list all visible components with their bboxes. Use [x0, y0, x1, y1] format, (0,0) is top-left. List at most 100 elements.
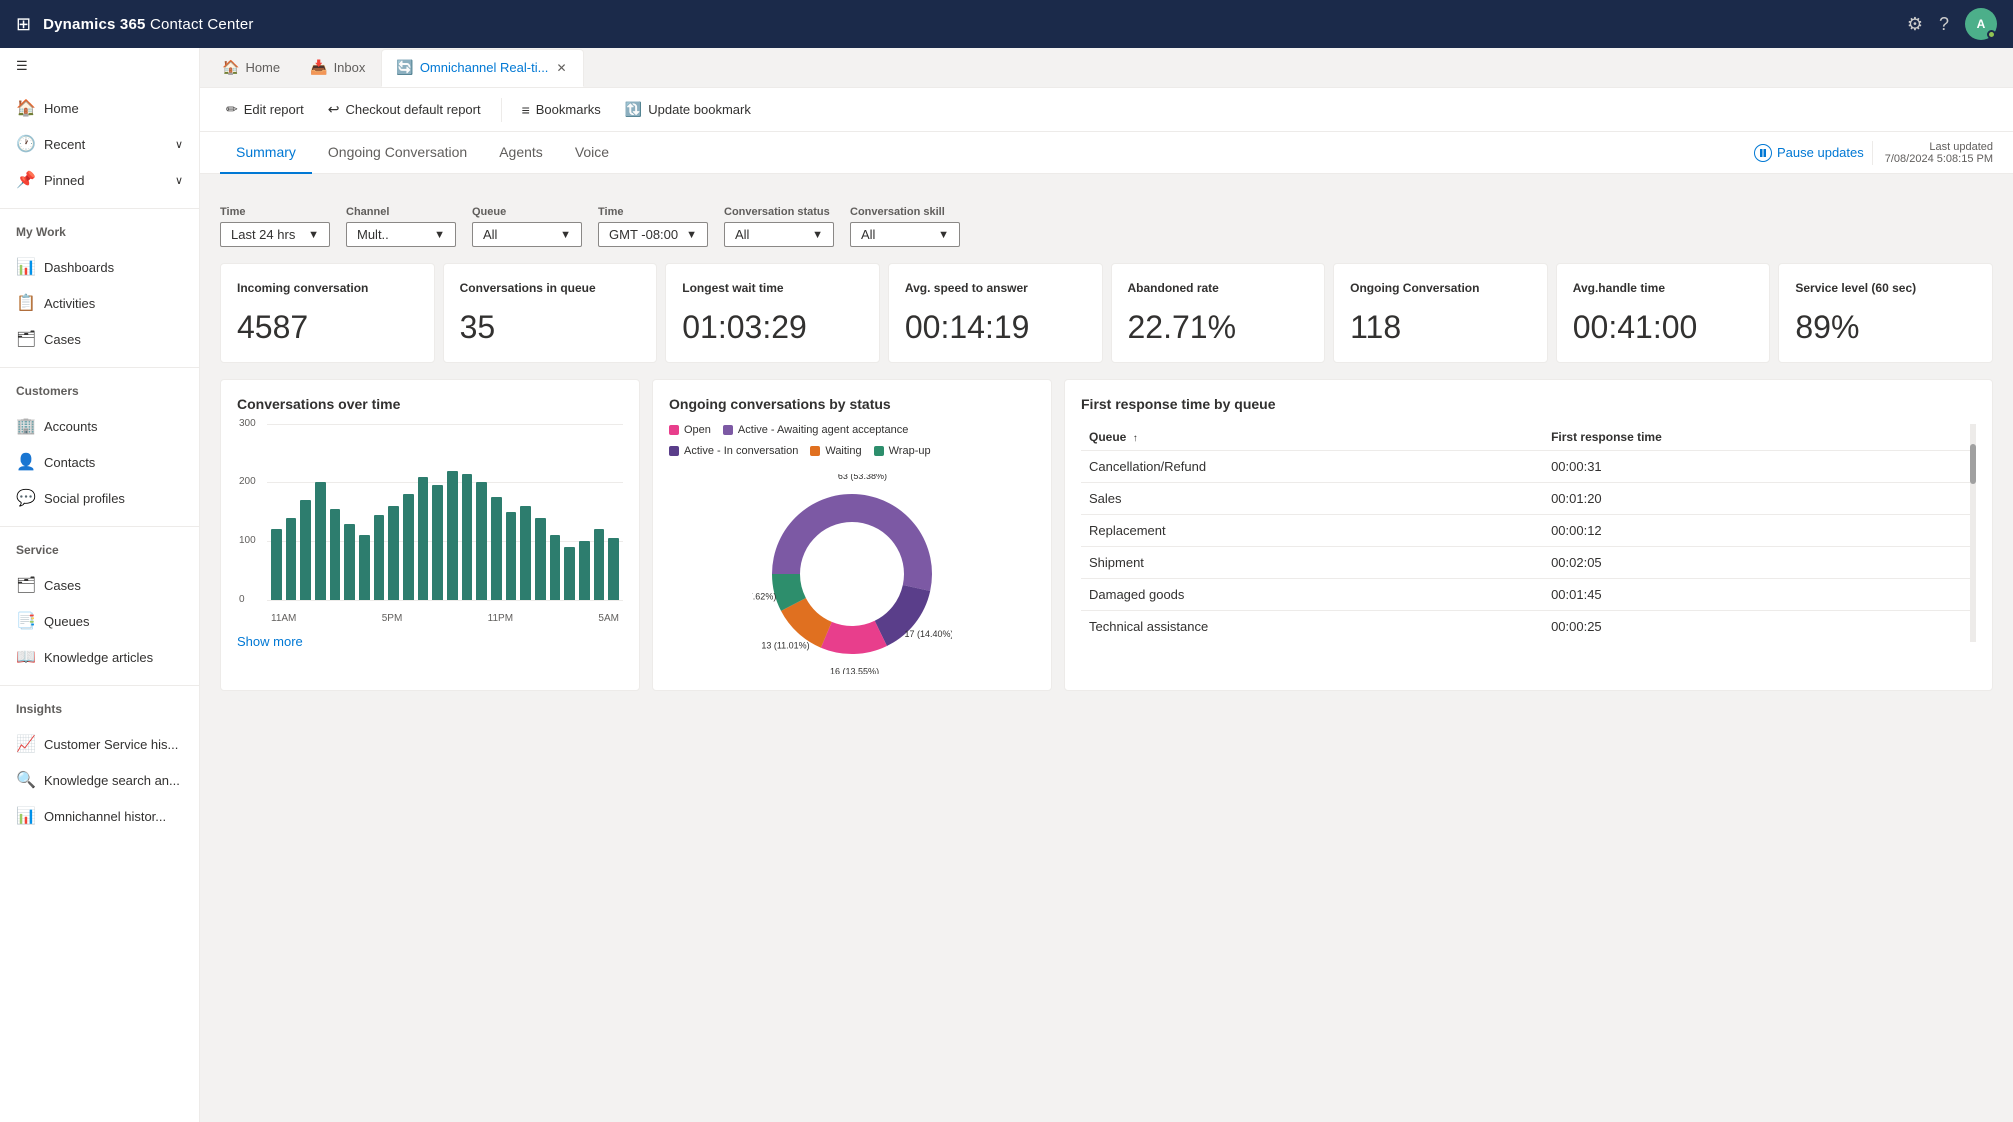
waffle-icon[interactable]: ⊞ — [16, 14, 31, 35]
activities-icon: 📋 — [16, 293, 34, 313]
sidebar-item-dashboards[interactable]: 📊 Dashboards — [0, 249, 199, 285]
bar-23 — [608, 538, 619, 600]
legend-label-2: Active - In conversation — [684, 445, 798, 457]
metric-card-7: Service level (60 sec) 89% — [1778, 263, 1993, 363]
sidebar-item-home[interactable]: 🏠 Home — [0, 90, 199, 126]
bar-14 — [476, 482, 487, 599]
contacts-icon: 👤 — [16, 452, 34, 472]
first-response-table: Queue ↑ First response time Cancellation… — [1081, 424, 1976, 642]
edit-report-button[interactable]: ✏ Edit report — [216, 96, 314, 123]
pause-updates-button[interactable]: Pause updates — [1754, 144, 1864, 162]
sidebar-item-cases-service[interactable]: 🗂 Cases — [0, 567, 199, 603]
queue-cell-4: Damaged goods — [1081, 578, 1543, 610]
metric-card-title-4: Abandoned rate — [1128, 280, 1309, 297]
metric-card-title-1: Conversations in queue — [460, 280, 641, 297]
donut-label-1: 17 (14.40%) — [905, 629, 952, 639]
sidebar-item-contacts[interactable]: 👤 Contacts — [0, 444, 199, 480]
x-label: 5PM — [382, 613, 403, 624]
tab-home[interactable]: 🏠 Home — [208, 49, 294, 87]
sidebar-item-cs-history[interactable]: 📈 Customer Service his... — [0, 726, 199, 762]
table-scrollbar[interactable] — [1970, 424, 1976, 642]
avatar[interactable]: A — [1965, 8, 1997, 40]
x-label: 5AM — [598, 613, 619, 624]
sub-tab-voice[interactable]: Voice — [559, 132, 625, 174]
sub-tab-ongoing[interactable]: Ongoing Conversation — [312, 132, 483, 174]
sidebar-item-knowledge[interactable]: 📖 Knowledge articles — [0, 639, 199, 675]
sidebar-item-activities[interactable]: 📋 Activities — [0, 285, 199, 321]
bar-7 — [374, 515, 385, 600]
toolbar: ✏ Edit report ↩ Checkout default report … — [200, 88, 2013, 132]
tab-omnichannel[interactable]: 🔄 Omnichannel Real-ti... ✕ — [381, 49, 583, 87]
filter-timezone-select[interactable]: GMT -08:00 ▼ — [598, 222, 708, 247]
sidebar-item-omnichannel-history[interactable]: 📊 Omnichannel histor... — [0, 798, 199, 834]
chevron-down-icon-tz: ▼ — [686, 229, 697, 241]
sidebar-item-accounts[interactable]: 🏢 Accounts — [0, 408, 199, 444]
filter-queue-select[interactable]: All ▼ — [472, 222, 582, 247]
sub-tab-agents[interactable]: Agents — [483, 132, 559, 174]
settings-icon[interactable]: ⚙ — [1907, 14, 1923, 35]
metric-card-value-0: 4587 — [237, 309, 418, 346]
legend-item-3: Waiting — [810, 445, 861, 457]
sidebar-toggle[interactable]: ☰ — [0, 48, 199, 84]
chevron-down-icon-skill: ▼ — [938, 229, 949, 241]
chevron-down-icon-cs: ▼ — [812, 229, 823, 241]
y-axis-label: 0 — [239, 594, 245, 605]
filter-time-select[interactable]: Last 24 hrs ▼ — [220, 222, 330, 247]
sidebar-item-cases-my[interactable]: 🗂 Cases — [0, 321, 199, 357]
help-icon[interactable]: ? — [1939, 14, 1949, 35]
sidebar-item-knowledge-search[interactable]: 🔍 Knowledge search an... — [0, 762, 199, 798]
show-more-button[interactable]: Show more — [237, 634, 303, 649]
checkout-icon: ↩ — [328, 101, 340, 118]
donut-legend: Open Active - Awaiting agent acceptance … — [669, 424, 1035, 462]
table-row: Sales 00:01:20 — [1081, 482, 1976, 514]
metric-card-title-7: Service level (60 sec) — [1795, 280, 1976, 297]
metric-card-4: Abandoned rate 22.71% — [1111, 263, 1326, 363]
tab-close-button[interactable]: ✕ — [554, 59, 568, 77]
sub-tab-right-controls: Pause updates Last updated 7/08/2024 5:0… — [1754, 141, 1993, 165]
bookmarks-button[interactable]: ≡ Bookmarks — [512, 97, 611, 123]
legend-dot-1 — [723, 425, 733, 435]
bar-15 — [491, 497, 502, 600]
chart-over-time-title: Conversations over time — [237, 396, 623, 412]
checkout-default-report-button[interactable]: ↩ Checkout default report — [318, 96, 491, 123]
sidebar-item-queues[interactable]: 📑 Queues — [0, 603, 199, 639]
queue-cell-3: Shipment — [1081, 546, 1543, 578]
time-cell-5: 00:00:25 — [1543, 610, 1976, 642]
filter-conv-skill-select[interactable]: All ▼ — [850, 222, 960, 247]
bar-chart: 300200100011AM5PM11PM5AM — [237, 424, 623, 624]
update-bookmark-button[interactable]: 🔃 Update bookmark — [615, 96, 761, 123]
sidebar-item-recent[interactable]: 🕐 Recent ∨ — [0, 126, 199, 162]
sidebar-item-pinned[interactable]: 📌 Pinned ∨ — [0, 162, 199, 198]
first-response-title: First response time by queue — [1081, 396, 1976, 412]
tab-inbox[interactable]: 📥 Inbox — [296, 49, 379, 87]
metric-card-value-7: 89% — [1795, 309, 1976, 346]
knowledge-icon: 📖 — [16, 647, 34, 667]
social-icon: 💬 — [16, 488, 34, 508]
sidebar-divider-3 — [0, 526, 199, 527]
first-response-card: First response time by queue Queue ↑ Fir… — [1064, 379, 1993, 691]
sidebar-divider-1 — [0, 208, 199, 209]
recent-icon: 🕐 — [16, 134, 34, 154]
chart-by-status-title: Ongoing conversations by status — [669, 396, 1035, 412]
sub-tab-summary[interactable]: Summary — [220, 132, 312, 174]
legend-label-1: Active - Awaiting agent acceptance — [738, 424, 908, 436]
legend-label-4: Wrap-up — [889, 445, 931, 457]
sidebar-my-work: 📊 Dashboards 📋 Activities 🗂 Cases — [0, 243, 199, 363]
dashboards-icon: 📊 — [16, 257, 34, 277]
filter-conv-status-select[interactable]: All ▼ — [724, 222, 834, 247]
bar-19 — [550, 535, 561, 600]
charts-row: Conversations over time 300200100011AM5P… — [220, 379, 1993, 691]
filter-queue: Queue All ▼ — [472, 206, 582, 247]
donut-label-4: 9 (7.62%) — [752, 591, 776, 601]
layout: ☰ 🏠 Home 🕐 Recent ∨ 📌 Pinned ∨ My Work 📊 — [0, 0, 2013, 1122]
filter-channel-select[interactable]: Mult.. ▼ — [346, 222, 456, 247]
chevron-down-icon-channel: ▼ — [434, 229, 445, 241]
tab-bar: 🏠 Home 📥 Inbox 🔄 Omnichannel Real-ti... … — [200, 48, 2013, 88]
queue-col-header[interactable]: Queue ↑ — [1081, 424, 1543, 451]
queue-cell-1: Sales — [1081, 482, 1543, 514]
legend-label-3: Waiting — [825, 445, 861, 457]
cs-history-icon: 📈 — [16, 734, 34, 754]
home-icon: 🏠 — [16, 98, 34, 118]
sidebar-item-social[interactable]: 💬 Social profiles — [0, 480, 199, 516]
pause-icon — [1754, 144, 1772, 162]
